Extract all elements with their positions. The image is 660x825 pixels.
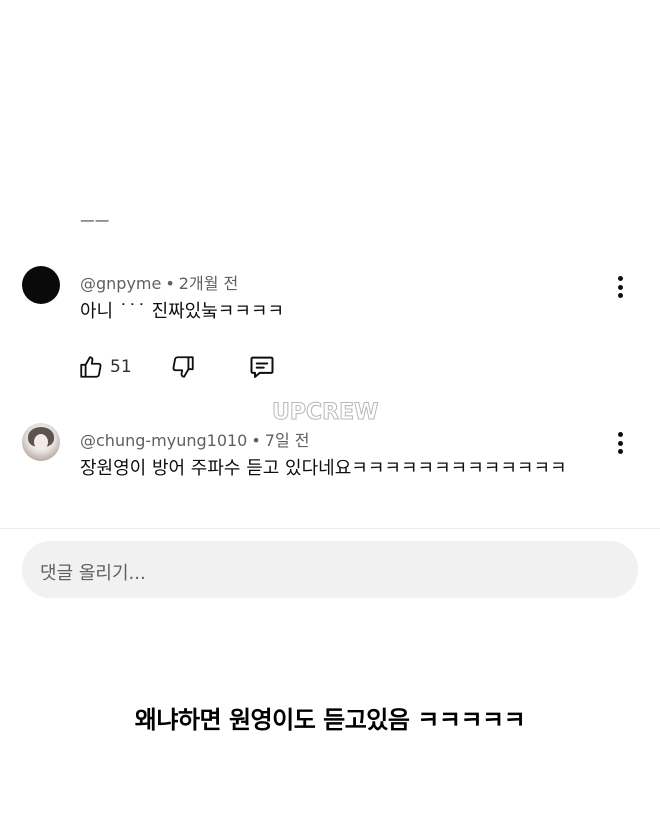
avatar[interactable]	[22, 423, 60, 461]
comment-meta: @chung-myung1010 • 7일 전	[80, 427, 310, 451]
meta-separator: •	[251, 431, 261, 450]
like-button[interactable]: 51	[78, 354, 132, 380]
comment-text: 아니 ˙˙˙ 진짜있눜ㅋㅋㅋㅋ	[80, 301, 285, 322]
comment-author-handle[interactable]: @chung-myung1010	[80, 431, 247, 450]
thumbs-down-icon	[170, 354, 196, 380]
comment-author-handle[interactable]: @gnpyme	[80, 274, 161, 293]
dislike-button[interactable]	[170, 354, 196, 380]
cropped-previous-comment: ㅡㅡ ..	[80, 212, 125, 223]
comment-timestamp: 2개월 전	[178, 274, 239, 293]
comment-actions: 51	[78, 352, 276, 382]
avatar[interactable]	[22, 266, 60, 304]
reply-placeholder: 댓글 올리기...	[40, 563, 146, 584]
reply-input[interactable]: 댓글 올리기...	[22, 541, 638, 598]
like-count: 51	[110, 357, 132, 377]
watermark: UPCREW	[271, 400, 379, 426]
comment-text: 장원영이 방어 주파수 듣고 있다네요ㅋㅋㅋㅋㅋㅋㅋㅋㅋㅋㅋㅋㅋ	[80, 458, 567, 479]
comment-timestamp: 7일 전	[264, 431, 310, 450]
more-vert-icon[interactable]	[616, 276, 624, 298]
caption-text: 왜냐하면 원영이도 듣고있음 ㅋㅋㅋㅋㅋ	[134, 706, 526, 734]
more-vert-icon[interactable]	[616, 432, 624, 454]
reply-button[interactable]	[248, 353, 276, 381]
meta-separator: •	[165, 274, 175, 293]
comment-icon	[248, 353, 276, 381]
thumbs-up-icon	[78, 354, 104, 380]
comment-meta: @gnpyme • 2개월 전	[80, 270, 238, 294]
divider	[0, 528, 660, 529]
